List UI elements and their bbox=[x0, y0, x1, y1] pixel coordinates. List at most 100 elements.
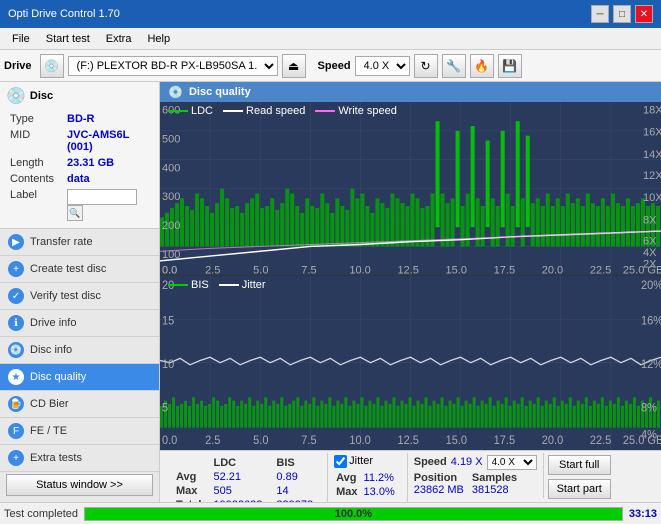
disc-label-label: Label bbox=[8, 188, 63, 222]
start-full-button[interactable]: Start full bbox=[548, 455, 611, 475]
app-title: Opti Drive Control 1.70 bbox=[8, 8, 120, 20]
svg-text:12.5: 12.5 bbox=[397, 265, 418, 276]
settings-button[interactable]: 🔧 bbox=[442, 54, 466, 78]
svg-text:12.5: 12.5 bbox=[397, 435, 418, 447]
sidebar-item-fe-te[interactable]: F FE / TE bbox=[0, 418, 159, 445]
read-speed-label: Read speed bbox=[246, 105, 305, 117]
transfer-rate-label: Transfer rate bbox=[30, 236, 93, 248]
svg-text:15.0: 15.0 bbox=[446, 265, 467, 276]
menu-extra[interactable]: Extra bbox=[98, 31, 140, 47]
drive-icon-button[interactable]: 💿 bbox=[40, 54, 64, 78]
samples-label: Samples bbox=[472, 472, 517, 484]
sidebar-item-disc-info[interactable]: 💿 Disc info bbox=[0, 337, 159, 364]
sidebar-item-verify-test-disc[interactable]: ✓ Verify test disc bbox=[0, 283, 159, 310]
max-label: Max bbox=[172, 485, 205, 497]
svg-text:500: 500 bbox=[162, 134, 180, 146]
sidebar-item-cd-bier[interactable]: 🍺 CD Bier bbox=[0, 391, 159, 418]
stats-bar: LDC BIS Avg 52.21 0.89 Max 505 14 bbox=[160, 450, 661, 502]
svg-text:5.0: 5.0 bbox=[253, 265, 268, 276]
legend-read-speed: Read speed bbox=[223, 105, 305, 117]
disc-quality-icon: ★ bbox=[8, 369, 24, 385]
sidebar-item-drive-info[interactable]: ℹ Drive info bbox=[0, 310, 159, 337]
disc-quality-label: Disc quality bbox=[30, 371, 86, 383]
menu-help[interactable]: Help bbox=[139, 31, 178, 47]
sidebar: 💿 Disc Type BD-R MID JVC-AMS6L (001) Len… bbox=[0, 82, 160, 502]
speed-stat-value: 4.19 X bbox=[451, 456, 483, 468]
status-text: Test completed bbox=[4, 508, 78, 520]
drive-info-icon: ℹ bbox=[8, 315, 24, 331]
drive-select[interactable]: (F:) PLEXTOR BD-R PX-LB950SA 1.06 bbox=[68, 56, 278, 76]
svg-text:2.5: 2.5 bbox=[205, 265, 220, 276]
speed-stat-select[interactable]: 4.0 X bbox=[487, 455, 537, 470]
ldc-color bbox=[168, 110, 188, 112]
create-test-disc-icon: + bbox=[8, 261, 24, 277]
sidebar-item-disc-quality[interactable]: ★ Disc quality bbox=[0, 364, 159, 391]
svg-text:10.0: 10.0 bbox=[349, 265, 370, 276]
drive-label: Drive bbox=[4, 60, 32, 72]
total-ldc: 19932632 bbox=[207, 499, 268, 502]
jitter-checkbox[interactable] bbox=[334, 455, 347, 468]
chart-header-icon: 💿 bbox=[168, 85, 183, 99]
svg-text:15: 15 bbox=[162, 316, 174, 328]
chart-title: Disc quality bbox=[189, 86, 251, 98]
type-label: Type bbox=[8, 112, 63, 126]
svg-text:16X: 16X bbox=[643, 127, 661, 139]
sidebar-item-create-test-disc[interactable]: + Create test disc bbox=[0, 256, 159, 283]
start-part-button[interactable]: Start part bbox=[548, 479, 611, 499]
eject-button[interactable]: ⏏ bbox=[282, 54, 306, 78]
svg-text:7.5: 7.5 bbox=[301, 265, 316, 276]
status-window-button[interactable]: Status window >> bbox=[6, 474, 153, 496]
svg-text:5.0: 5.0 bbox=[253, 435, 268, 447]
upper-chart-svg: 600 500 400 300 200 100 0.0 18X 16X 14X … bbox=[160, 102, 661, 275]
svg-text:17.5: 17.5 bbox=[494, 265, 515, 276]
main-area: 💿 Disc Type BD-R MID JVC-AMS6L (001) Len… bbox=[0, 82, 661, 502]
jitter-table: Avg 11.2% Max 13.0% bbox=[334, 470, 401, 500]
svg-text:25.0 GB: 25.0 GB bbox=[623, 265, 661, 276]
avg-jitter-label: Avg bbox=[336, 472, 357, 484]
disc-panel-icon: 💿 bbox=[6, 86, 26, 106]
svg-text:25.0 GB: 25.0 GB bbox=[623, 435, 661, 447]
burn-button[interactable]: 🔥 bbox=[470, 54, 494, 78]
disc-panel: 💿 Disc Type BD-R MID JVC-AMS6L (001) Len… bbox=[0, 82, 159, 229]
bis-label: BIS bbox=[191, 279, 209, 291]
jitter-label: Jitter bbox=[242, 279, 266, 291]
save-button[interactable]: 💾 bbox=[498, 54, 522, 78]
total-label: Total bbox=[172, 499, 205, 502]
svg-text:10.0: 10.0 bbox=[349, 435, 370, 447]
jitter-color bbox=[219, 284, 239, 286]
avg-bis: 0.89 bbox=[270, 471, 319, 483]
svg-text:12X: 12X bbox=[643, 170, 661, 182]
upper-legend: LDC Read speed Write speed bbox=[168, 105, 397, 117]
create-test-disc-label: Create test disc bbox=[30, 263, 106, 275]
speed-select[interactable]: 4.0 X bbox=[355, 56, 410, 76]
disc-label-button[interactable]: 🔍 bbox=[67, 205, 83, 221]
avg-label: Avg bbox=[172, 471, 205, 483]
title-bar: Opti Drive Control 1.70 ─ □ ✕ bbox=[0, 0, 661, 28]
menu-file[interactable]: File bbox=[4, 31, 38, 47]
sidebar-item-extra-tests[interactable]: + Extra tests bbox=[0, 445, 159, 472]
legend-write-speed: Write speed bbox=[315, 105, 397, 117]
svg-text:16%: 16% bbox=[641, 316, 661, 328]
disc-info-icon: 💿 bbox=[8, 342, 24, 358]
svg-text:20.0: 20.0 bbox=[542, 265, 563, 276]
svg-text:7.5: 7.5 bbox=[301, 435, 316, 447]
svg-text:20.0: 20.0 bbox=[542, 435, 563, 447]
svg-text:2.5: 2.5 bbox=[205, 435, 220, 447]
menu-start-test[interactable]: Start test bbox=[38, 31, 98, 47]
lower-chart-svg: 20 15 10 5 20% 16% 12% 8% 4% 0.0 2.5 5.0 bbox=[160, 276, 661, 449]
menu-bar: File Start test Extra Help bbox=[0, 28, 661, 50]
svg-text:8X: 8X bbox=[643, 215, 656, 227]
close-button[interactable]: ✕ bbox=[635, 5, 653, 23]
minimize-button[interactable]: ─ bbox=[591, 5, 609, 23]
chart-area: 💿 Disc quality LDC Read speed bbox=[160, 82, 661, 502]
disc-panel-title: Disc bbox=[30, 90, 53, 102]
svg-text:17.5: 17.5 bbox=[494, 435, 515, 447]
refresh-button[interactable]: ↻ bbox=[414, 54, 438, 78]
maximize-button[interactable]: □ bbox=[613, 5, 631, 23]
status-time: 33:13 bbox=[629, 508, 657, 520]
position-label: Position bbox=[414, 472, 464, 484]
disc-label-input[interactable] bbox=[67, 189, 137, 205]
sidebar-item-transfer-rate[interactable]: ▶ Transfer rate bbox=[0, 229, 159, 256]
write-speed-color bbox=[315, 110, 335, 112]
total-row: Total 19932632 339278 bbox=[172, 499, 319, 502]
